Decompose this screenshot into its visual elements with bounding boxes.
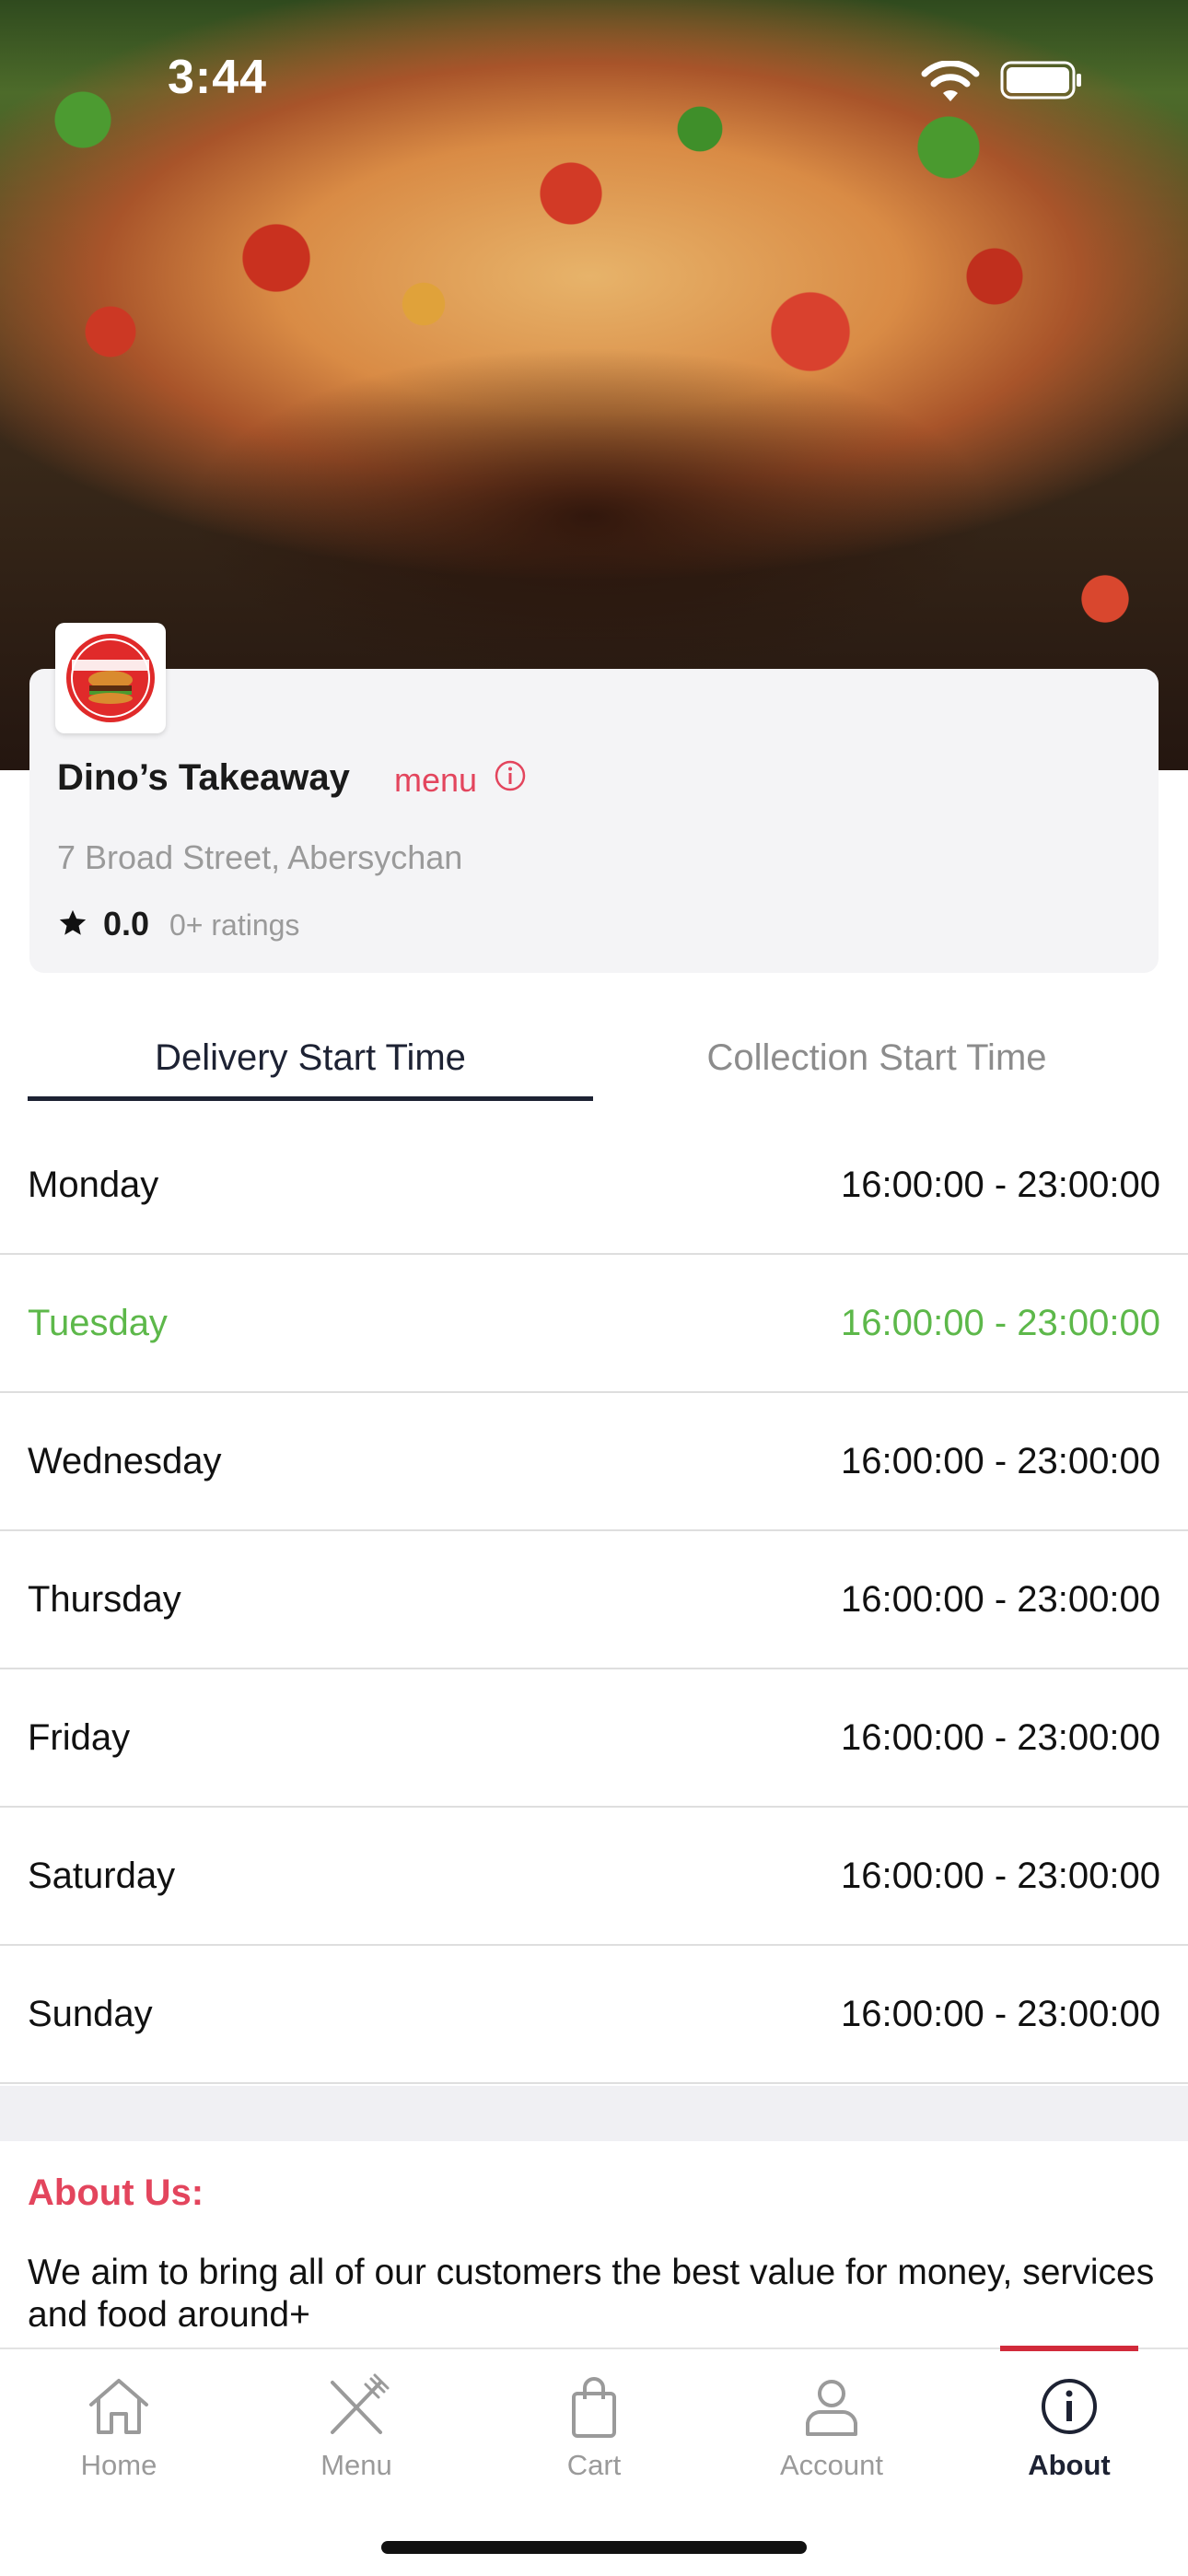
home-icon [89, 2379, 148, 2434]
tab-collection-start-time[interactable]: Collection Start Time [593, 1037, 1160, 1102]
schedule-hours: 16:00:00 - 23:00:00 [841, 1856, 1160, 1896]
schedule-day: Thursday [28, 1579, 181, 1620]
schedule-day: Sunday [28, 1994, 153, 2034]
nav-cart-label: Cart [566, 2449, 622, 2481]
shopping-bag-icon [572, 2377, 616, 2438]
store-name: Dino’s Takeaway [57, 757, 350, 798]
fork-knife-icon [331, 2373, 390, 2434]
schedule-day: Monday [28, 1165, 159, 1205]
tab-delivery-start-time[interactable]: Delivery Start Time [28, 1037, 593, 1102]
schedule-hours: 16:00:00 - 23:00:00 [841, 1717, 1160, 1758]
store-about-page: 3:44 Dino’s Takeaway menu 7 Broad Street… [0, 0, 1188, 2576]
store-logo [55, 623, 166, 733]
schedule-row: Saturday 16:00:00 - 23:00:00 [0, 1808, 1188, 1946]
wifi-icon [921, 61, 980, 101]
schedule-row-today: Tuesday 16:00:00 - 23:00:00 [0, 1255, 1188, 1393]
burger-logo-icon [66, 634, 155, 722]
opening-hours-list: Monday 16:00:00 - 23:00:00 Tuesday 16:00… [0, 1117, 1188, 2084]
section-divider [0, 2086, 1188, 2141]
about-text: We aim to bring all of our customers the… [28, 2253, 1155, 2335]
about-title: About Us: [28, 2172, 204, 2213]
nav-menu[interactable]: Menu [238, 2349, 475, 2506]
account-icon [806, 2380, 857, 2436]
schedule-row: Thursday 16:00:00 - 23:00:00 [0, 1531, 1188, 1669]
schedule-day: Tuesday [28, 1303, 168, 1343]
schedule-hours: 16:00:00 - 23:00:00 [841, 1303, 1160, 1343]
nav-home[interactable]: Home [0, 2349, 238, 2506]
active-tab-indicator [28, 1096, 593, 1101]
nav-account[interactable]: Account [713, 2349, 950, 2506]
schedule-hours: 16:00:00 - 23:00:00 [841, 1994, 1160, 2034]
schedule-row: Sunday 16:00:00 - 23:00:00 [0, 1946, 1188, 2084]
rating-value: 0.0 [103, 905, 150, 943]
nav-about[interactable]: About [950, 2349, 1188, 2506]
home-indicator[interactable] [381, 2541, 807, 2554]
nav-account-label: Account [779, 2449, 883, 2481]
schedule-day: Wednesday [28, 1441, 222, 1481]
info-circle-icon [1042, 2379, 1097, 2434]
schedule-row: Friday 16:00:00 - 23:00:00 [0, 1669, 1188, 1808]
schedule-hours: 16:00:00 - 23:00:00 [841, 1441, 1160, 1481]
schedule-hours: 16:00:00 - 23:00:00 [841, 1165, 1160, 1205]
star-icon [59, 909, 87, 935]
nav-home-label: Home [80, 2449, 157, 2481]
nav-cart[interactable]: Cart [475, 2349, 713, 2506]
nav-menu-label: Menu [320, 2449, 392, 2481]
schedule-row: Monday 16:00:00 - 23:00:00 [0, 1117, 1188, 1255]
info-icon[interactable] [494, 759, 527, 792]
schedule-day: Saturday [28, 1856, 176, 1896]
status-time: 3:44 [168, 51, 268, 104]
schedule-day: Friday [28, 1717, 131, 1758]
menu-link[interactable]: menu [394, 761, 477, 800]
rating-count: 0+ ratings [169, 908, 300, 942]
battery-icon [1000, 61, 1081, 100]
status-bar: 3:44 [0, 0, 1188, 147]
store-address: 7 Broad Street, Abersychan [57, 838, 463, 876]
schedule-hours: 16:00:00 - 23:00:00 [841, 1579, 1160, 1620]
nav-about-label: About [1028, 2449, 1111, 2481]
schedule-row: Wednesday 16:00:00 - 23:00:00 [0, 1393, 1188, 1531]
nav-active-indicator [1000, 2346, 1138, 2351]
